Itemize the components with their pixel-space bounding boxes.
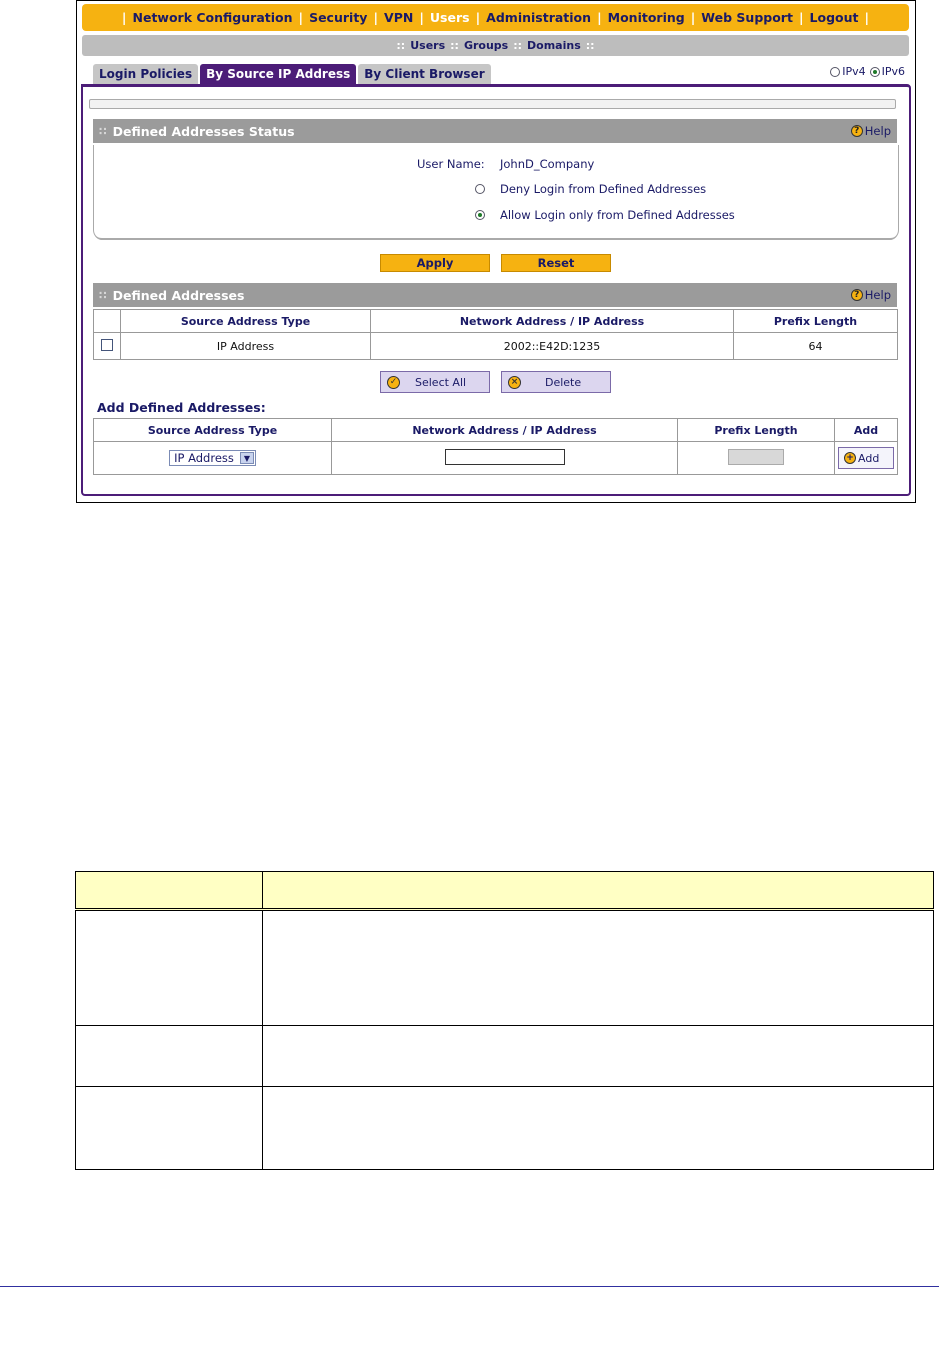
col-add: Add [834, 418, 898, 442]
select-all-button[interactable]: ✓ Select All [380, 371, 490, 393]
description-row [75, 1025, 934, 1087]
defined-section-header: ∷ Defined Addresses ? Help [93, 283, 897, 307]
menu-monitoring[interactable]: Monitoring [608, 10, 685, 25]
footer-rule [0, 1286, 939, 1287]
status-box [93, 145, 899, 240]
sub-menu: :: Users :: Groups :: Domains :: [82, 35, 909, 56]
delete-label: Delete [545, 375, 582, 389]
table-header-row: Source Address Type Network Address / IP… [93, 309, 898, 333]
plus-icon: + [844, 452, 856, 464]
col-network-address: Network Address / IP Address [331, 418, 678, 442]
submenu-domains[interactable]: Domains [527, 39, 581, 52]
row-type: IP Address [120, 332, 371, 360]
help-icon: ? [850, 289, 863, 301]
router-ui-screenshot: | Network Configuration | Security | VPN… [76, 0, 916, 503]
tab-login-policies[interactable]: Login Policies [93, 64, 199, 84]
menu-vpn[interactable]: VPN [384, 10, 413, 25]
check-icon: ✓ [387, 375, 400, 389]
prefix-length-input[interactable] [728, 448, 784, 465]
menu-administration[interactable]: Administration [486, 10, 591, 25]
col-prefix-length: Prefix Length [677, 418, 835, 442]
defined-section-title: Defined Addresses [112, 287, 245, 303]
add-section-title: Add Defined Addresses: [97, 400, 266, 415]
col-network-address: Network Address / IP Address [370, 309, 734, 333]
deny-login-radio[interactable] [475, 184, 485, 194]
table-header-row: Source Address Type Network Address / IP… [93, 418, 898, 442]
row-checkbox[interactable] [101, 338, 113, 351]
description-table [75, 871, 934, 1170]
help-label: Help [864, 288, 891, 302]
defined-help-link[interactable]: ? Help [850, 288, 891, 302]
tab-bar: Login Policies By Source IP Address By C… [93, 64, 493, 84]
delete-icon: × [508, 375, 521, 389]
ip-version-selector: IPv4 IPv6 [826, 65, 905, 78]
user-name-value: JohnD_Company [500, 157, 595, 171]
tab-by-client-browser[interactable]: By Client Browser [358, 64, 491, 84]
status-section-header: ∷ Defined Addresses Status ? Help [93, 119, 897, 143]
source-type-value: IP Address [174, 451, 234, 465]
ipv4-radio[interactable] [830, 66, 841, 77]
top-menu: | Network Configuration | Security | VPN… [82, 4, 909, 31]
help-label: Help [864, 124, 891, 138]
grip-icon: ∷ [99, 124, 107, 138]
ipv6-label: IPv6 [881, 65, 905, 78]
menu-logout[interactable]: Logout [810, 10, 859, 25]
description-row [75, 909, 934, 1026]
col-source-address-type: Source Address Type [93, 418, 332, 442]
source-type-select[interactable]: IP Address ▼ [169, 450, 256, 466]
allow-login-label: Allow Login only from Defined Addresses [500, 208, 735, 222]
submenu-groups[interactable]: Groups [464, 39, 508, 52]
grip-icon: ∷ [99, 288, 107, 302]
add-button[interactable]: + Add [838, 447, 894, 469]
allow-login-radio[interactable] [475, 210, 485, 220]
table-row: IP Address 2002::E42D:1235 64 [93, 332, 898, 360]
status-section-title: Defined Addresses Status [112, 123, 295, 139]
deny-login-label: Deny Login from Defined Addresses [500, 182, 707, 196]
row-address: 2002::E42D:1235 [370, 332, 734, 360]
delete-button[interactable]: × Delete [501, 371, 611, 393]
submenu-users[interactable]: Users [410, 39, 445, 52]
ipv6-radio[interactable] [869, 66, 880, 77]
row-prefix: 64 [733, 332, 898, 360]
message-bar [89, 99, 896, 109]
menu-users[interactable]: Users [430, 10, 470, 25]
description-row [75, 1086, 934, 1170]
select-all-label: Select All [415, 375, 467, 389]
menu-network-configuration[interactable]: Network Configuration [133, 10, 293, 25]
tab-by-source-ip-address[interactable]: By Source IP Address [200, 64, 357, 84]
chevron-down-icon: ▼ [239, 452, 254, 464]
user-name-label: User Name: [417, 157, 485, 171]
apply-button[interactable]: Apply [380, 254, 490, 272]
network-address-input[interactable] [444, 448, 565, 465]
add-addresses-table: Source Address Type Network Address / IP… [93, 418, 898, 475]
defined-addresses-table: Source Address Type Network Address / IP… [93, 309, 898, 360]
reset-button[interactable]: Reset [501, 254, 611, 272]
add-label: Add [858, 451, 880, 465]
ipv4-label: IPv4 [842, 65, 866, 78]
description-table-header [75, 871, 934, 911]
menu-web-support[interactable]: Web Support [701, 10, 793, 25]
status-help-link[interactable]: ? Help [850, 124, 891, 138]
col-source-address-type: Source Address Type [120, 309, 371, 333]
add-row: IP Address ▼ + Add [93, 441, 898, 475]
menu-security[interactable]: Security [309, 10, 367, 25]
col-prefix-length: Prefix Length [733, 309, 898, 333]
help-icon: ? [850, 125, 863, 137]
